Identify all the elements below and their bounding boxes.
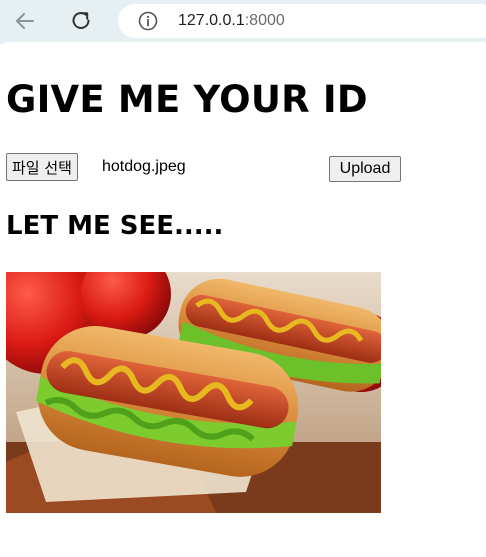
info-icon[interactable] bbox=[138, 11, 158, 31]
back-button[interactable] bbox=[8, 6, 42, 36]
reload-icon bbox=[72, 11, 90, 29]
page-surface-edge bbox=[0, 42, 486, 50]
upload-button[interactable]: Upload bbox=[329, 156, 401, 182]
section-heading: LET ME SEE..... bbox=[6, 211, 224, 241]
back-arrow-icon bbox=[16, 13, 34, 29]
page-title: GIVE ME YOUR ID bbox=[6, 78, 368, 121]
address-bar[interactable]: 127.0.0.1:8000 bbox=[118, 4, 486, 38]
browser-toolbar: 127.0.0.1:8000 bbox=[0, 0, 486, 44]
reload-button[interactable] bbox=[64, 6, 98, 36]
url-host: 127.0.0.1 bbox=[178, 12, 245, 29]
url-text[interactable]: 127.0.0.1:8000 bbox=[178, 12, 285, 30]
selected-file-name: hotdog.jpeg bbox=[102, 158, 186, 175]
url-port: :8000 bbox=[244, 12, 285, 29]
hotdog-image bbox=[6, 272, 381, 513]
choose-file-button[interactable]: 파일 선택 bbox=[6, 153, 78, 181]
uploaded-image bbox=[6, 272, 381, 513]
